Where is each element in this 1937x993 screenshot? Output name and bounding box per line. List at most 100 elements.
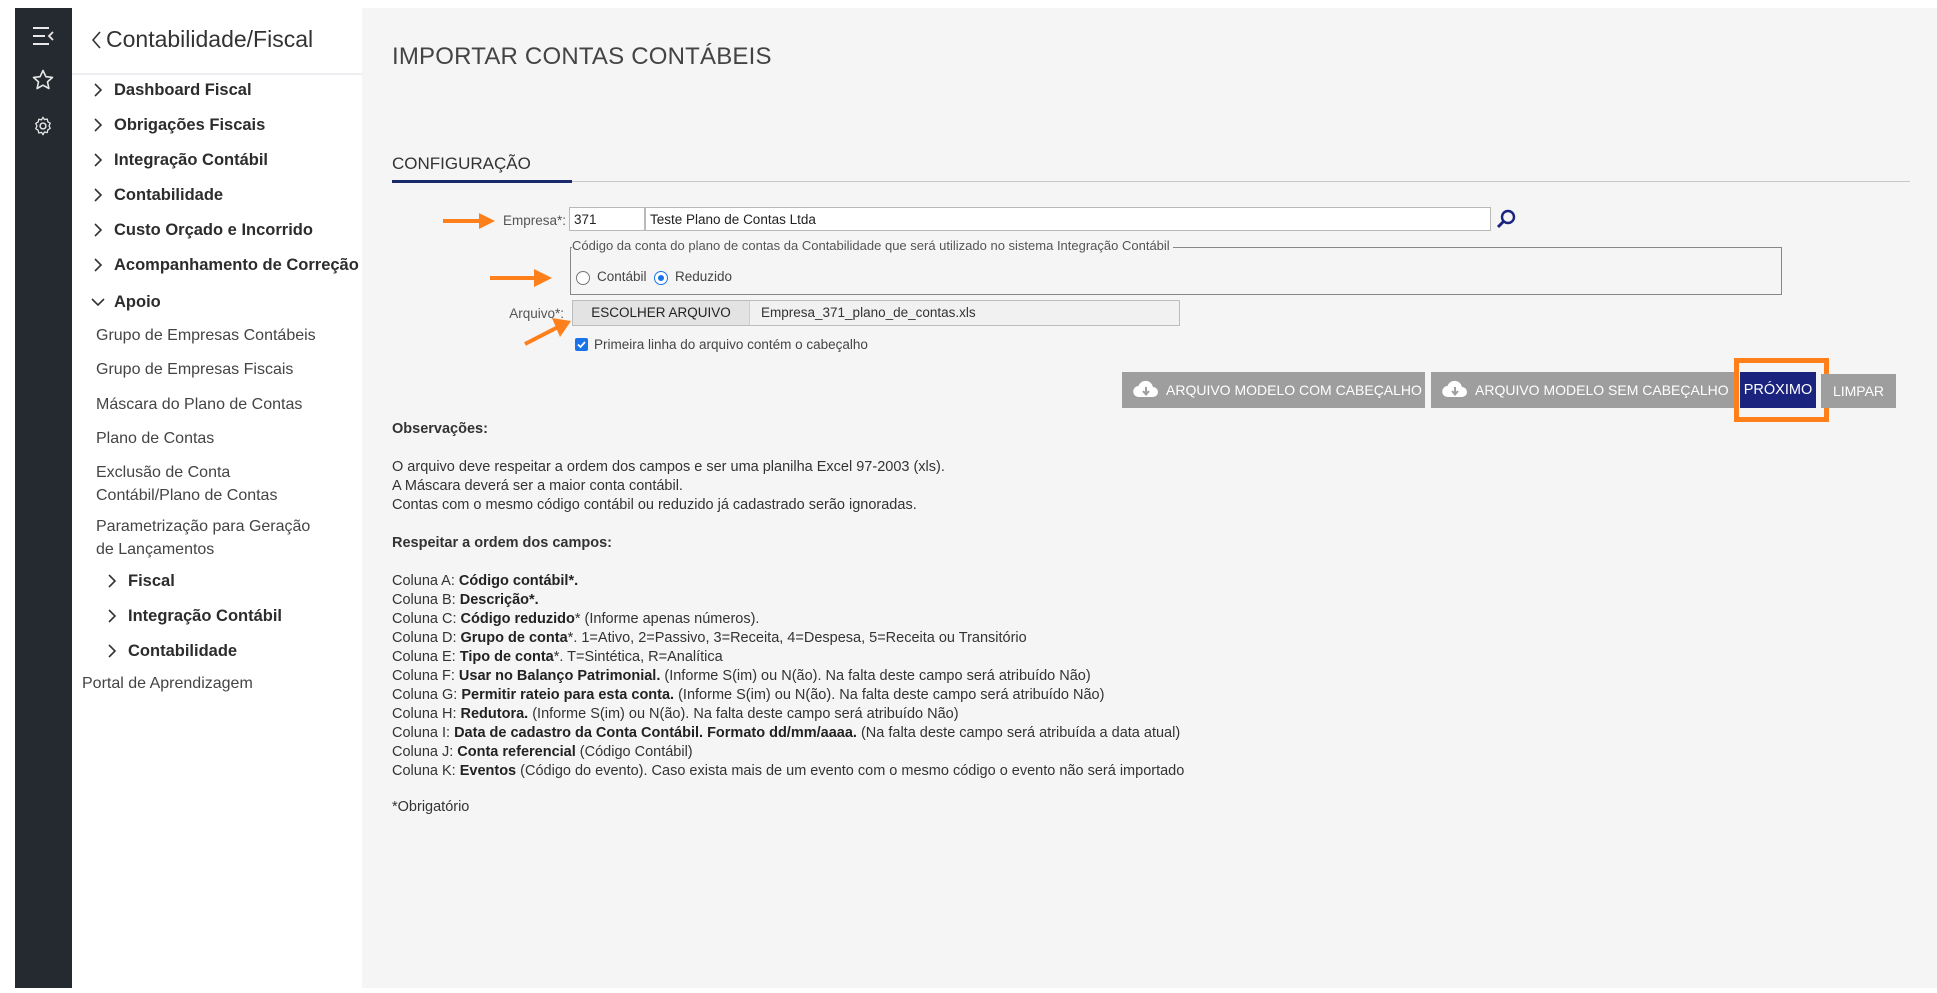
sidebar-subitem-exclusao-conta[interactable]: Exclusão de Conta Contábil/Plano de Cont…: [96, 461, 277, 507]
sidebar-item-dashboard-fiscal[interactable]: Dashboard Fiscal: [88, 77, 252, 103]
observations-title: Observações:: [392, 421, 488, 437]
sidebar-item-label: Apoio: [114, 292, 161, 311]
sidebar-item-acompanhamento-correcao[interactable]: Acompanhamento de Correção: [88, 252, 359, 278]
sidebar-item-label: Fiscal: [128, 571, 175, 590]
sidebar-back-button[interactable]: Contabilidade/Fiscal: [90, 26, 313, 53]
search-button[interactable]: [1494, 207, 1518, 231]
header-row-checkbox[interactable]: [575, 338, 588, 351]
radio-reduzido-label: Reduzido: [675, 269, 733, 284]
chevron-right-icon: [94, 258, 103, 272]
chevron-right-icon: [108, 644, 117, 658]
sidebar-item-label: Integração Contábil: [114, 150, 269, 169]
column-detail: *. T=Sintética, R=Analítica: [553, 649, 723, 665]
section-divider: [392, 181, 1910, 182]
sidebar-item-integracao-contabil[interactable]: Integração Contábil: [88, 147, 268, 173]
column-field: Usar no Balanço Patrimonial.: [458, 668, 661, 684]
observation-line: A Máscara deverá ser a maior conta contá…: [392, 478, 683, 494]
header-row-checkbox-label: Primeira linha do arquivo contém o cabeç…: [594, 337, 868, 352]
column-field: Conta referencial: [457, 744, 576, 760]
sidebar-item-label: Contabilidade: [114, 185, 224, 204]
choose-file-button[interactable]: ESCOLHER ARQUIVO: [573, 301, 750, 325]
sidebar-subitem-mascara-plano-contas[interactable]: Máscara do Plano de Contas: [96, 393, 302, 416]
column-line: Coluna J: Conta referencial (Código Cont…: [392, 743, 1184, 762]
sidebar-subitem-grupo-empresas-contabeis[interactable]: Grupo de Empresas Contábeis: [96, 324, 316, 347]
field-order-title: Respeitar a ordem dos campos:: [392, 535, 612, 551]
gear-icon[interactable]: [29, 112, 57, 140]
sidebar-subitem-label: Parametrização para Geração: [96, 518, 311, 535]
column-field: Permitir rateio para esta conta.: [461, 687, 675, 703]
download-model-without-header-button[interactable]: ARQUIVO MODELO SEM CABEÇALHO: [1431, 372, 1734, 408]
radio-contabil-label: Contábil: [597, 269, 647, 284]
column-field: Código reduzido: [460, 611, 575, 627]
sidebar-item-apoio[interactable]: Apoio: [88, 289, 161, 315]
sidebar-item-custo-orcado[interactable]: Custo Orçado e Incorrido: [88, 217, 313, 243]
sidebar-item-contabilidade[interactable]: Contabilidade: [88, 182, 223, 208]
menu-collapse-icon[interactable]: [29, 22, 57, 50]
sidebar-group-contabilidade[interactable]: Contabilidade: [102, 638, 237, 664]
chevron-right-icon: [94, 83, 103, 97]
column-line: Coluna G: Permitir rateio para esta cont…: [392, 686, 1184, 705]
empresa-name-input[interactable]: [645, 207, 1491, 231]
column-line: Coluna B: Descrição*.: [392, 591, 1184, 610]
column-prefix: Coluna C:: [392, 611, 461, 627]
sidebar-subitem-label: Contábil/Plano de Contas: [96, 487, 278, 504]
annotation-arrow-icon: [490, 269, 552, 287]
column-prefix: Coluna D:: [392, 630, 461, 646]
clear-button[interactable]: LIMPAR: [1821, 374, 1896, 408]
chevron-right-icon: [94, 153, 103, 167]
section-divider-accent: [392, 180, 572, 183]
sidebar-subitem-parametrizacao[interactable]: Parametrização para Geração de Lançament…: [96, 515, 310, 561]
column-line: Coluna F: Usar no Balanço Patrimonial. (…: [392, 667, 1184, 686]
column-line: Coluna K: Eventos (Código do evento). Ca…: [392, 762, 1184, 781]
main-content: IMPORTAR CONTAS CONTÁBEIS CONFIGURAÇÃO E…: [362, 8, 1937, 988]
radio-reduzido[interactable]: [654, 271, 668, 285]
column-prefix: Coluna B:: [392, 592, 460, 608]
sidebar-group-fiscal[interactable]: Fiscal: [102, 568, 175, 594]
sidebar-subitem-grupo-empresas-fiscais[interactable]: Grupo de Empresas Fiscais: [96, 358, 293, 381]
column-line: Coluna I: Data de cadastro da Conta Cont…: [392, 724, 1184, 743]
column-field: Redutora.: [460, 706, 529, 722]
column-detail: (Informe S(im) ou N(ão). Na falta deste …: [674, 687, 1105, 703]
column-prefix: Coluna G:: [392, 687, 462, 703]
cloud-download-icon: [1442, 380, 1467, 398]
download-model-with-header-button[interactable]: ARQUIVO MODELO COM CABEÇALHO: [1122, 372, 1425, 408]
conta-fieldset: [570, 247, 1782, 295]
column-prefix: Coluna H:: [392, 706, 461, 722]
columns-list: Coluna A: Código contábil*. Coluna B: De…: [392, 572, 1184, 781]
column-line: Coluna A: Código contábil*.: [392, 572, 1184, 591]
sidebar-title: Contabilidade/Fiscal: [106, 26, 314, 52]
column-detail: (Informe S(im) ou N(ão). Na falta deste …: [660, 668, 1091, 684]
annotation-arrow-icon: [443, 213, 495, 229]
sidebar-item-label: Integração Contábil: [128, 606, 283, 625]
sidebar-item-obrigacoes-fiscais[interactable]: Obrigações Fiscais: [88, 112, 265, 138]
column-detail: (Código do evento). Caso exista mais de …: [516, 763, 1185, 779]
chevron-right-icon: [108, 574, 117, 588]
radio-contabil[interactable]: [576, 271, 590, 285]
column-line: Coluna C: Código reduzido* (Informe apen…: [392, 610, 1184, 629]
sidebar-item-label: Obrigações Fiscais: [114, 115, 266, 134]
cloud-download-icon: [1133, 380, 1158, 398]
column-prefix: Coluna K:: [392, 763, 460, 779]
sidebar-group-integracao-contabil[interactable]: Integração Contábil: [102, 603, 282, 629]
chevron-right-icon: [94, 118, 103, 132]
sidebar-item-label: Dashboard Fiscal: [114, 80, 252, 99]
column-prefix: Coluna F:: [392, 668, 459, 684]
file-input[interactable]: ESCOLHER ARQUIVO Empresa_371_plano_de_co…: [572, 300, 1180, 326]
page-title: IMPORTAR CONTAS CONTÁBEIS: [392, 43, 772, 70]
star-icon[interactable]: [29, 66, 57, 94]
column-field: Data de cadastro da Conta Contábil. Form…: [454, 725, 857, 741]
column-field: Tipo de conta: [459, 649, 554, 665]
column-detail: * (Informe apenas números).: [574, 611, 760, 627]
empresa-code-input[interactable]: [569, 207, 645, 231]
icon-rail: [15, 8, 72, 988]
column-field: Código contábil*.: [458, 573, 579, 589]
column-prefix: Coluna E:: [392, 649, 460, 665]
sidebar-item-portal-aprendizagem[interactable]: Portal de Aprendizagem: [82, 672, 253, 695]
check-icon: [577, 341, 586, 349]
button-label: ARQUIVO MODELO SEM CABEÇALHO: [1475, 382, 1729, 398]
column-prefix: Coluna J:: [392, 744, 458, 760]
observation-line: Contas com o mesmo código contábil ou re…: [392, 497, 917, 513]
sidebar-subitem-plano-contas[interactable]: Plano de Contas: [96, 427, 214, 450]
sidebar-item-label: Custo Orçado e Incorrido: [114, 220, 313, 239]
chevron-down-icon: [91, 298, 105, 307]
